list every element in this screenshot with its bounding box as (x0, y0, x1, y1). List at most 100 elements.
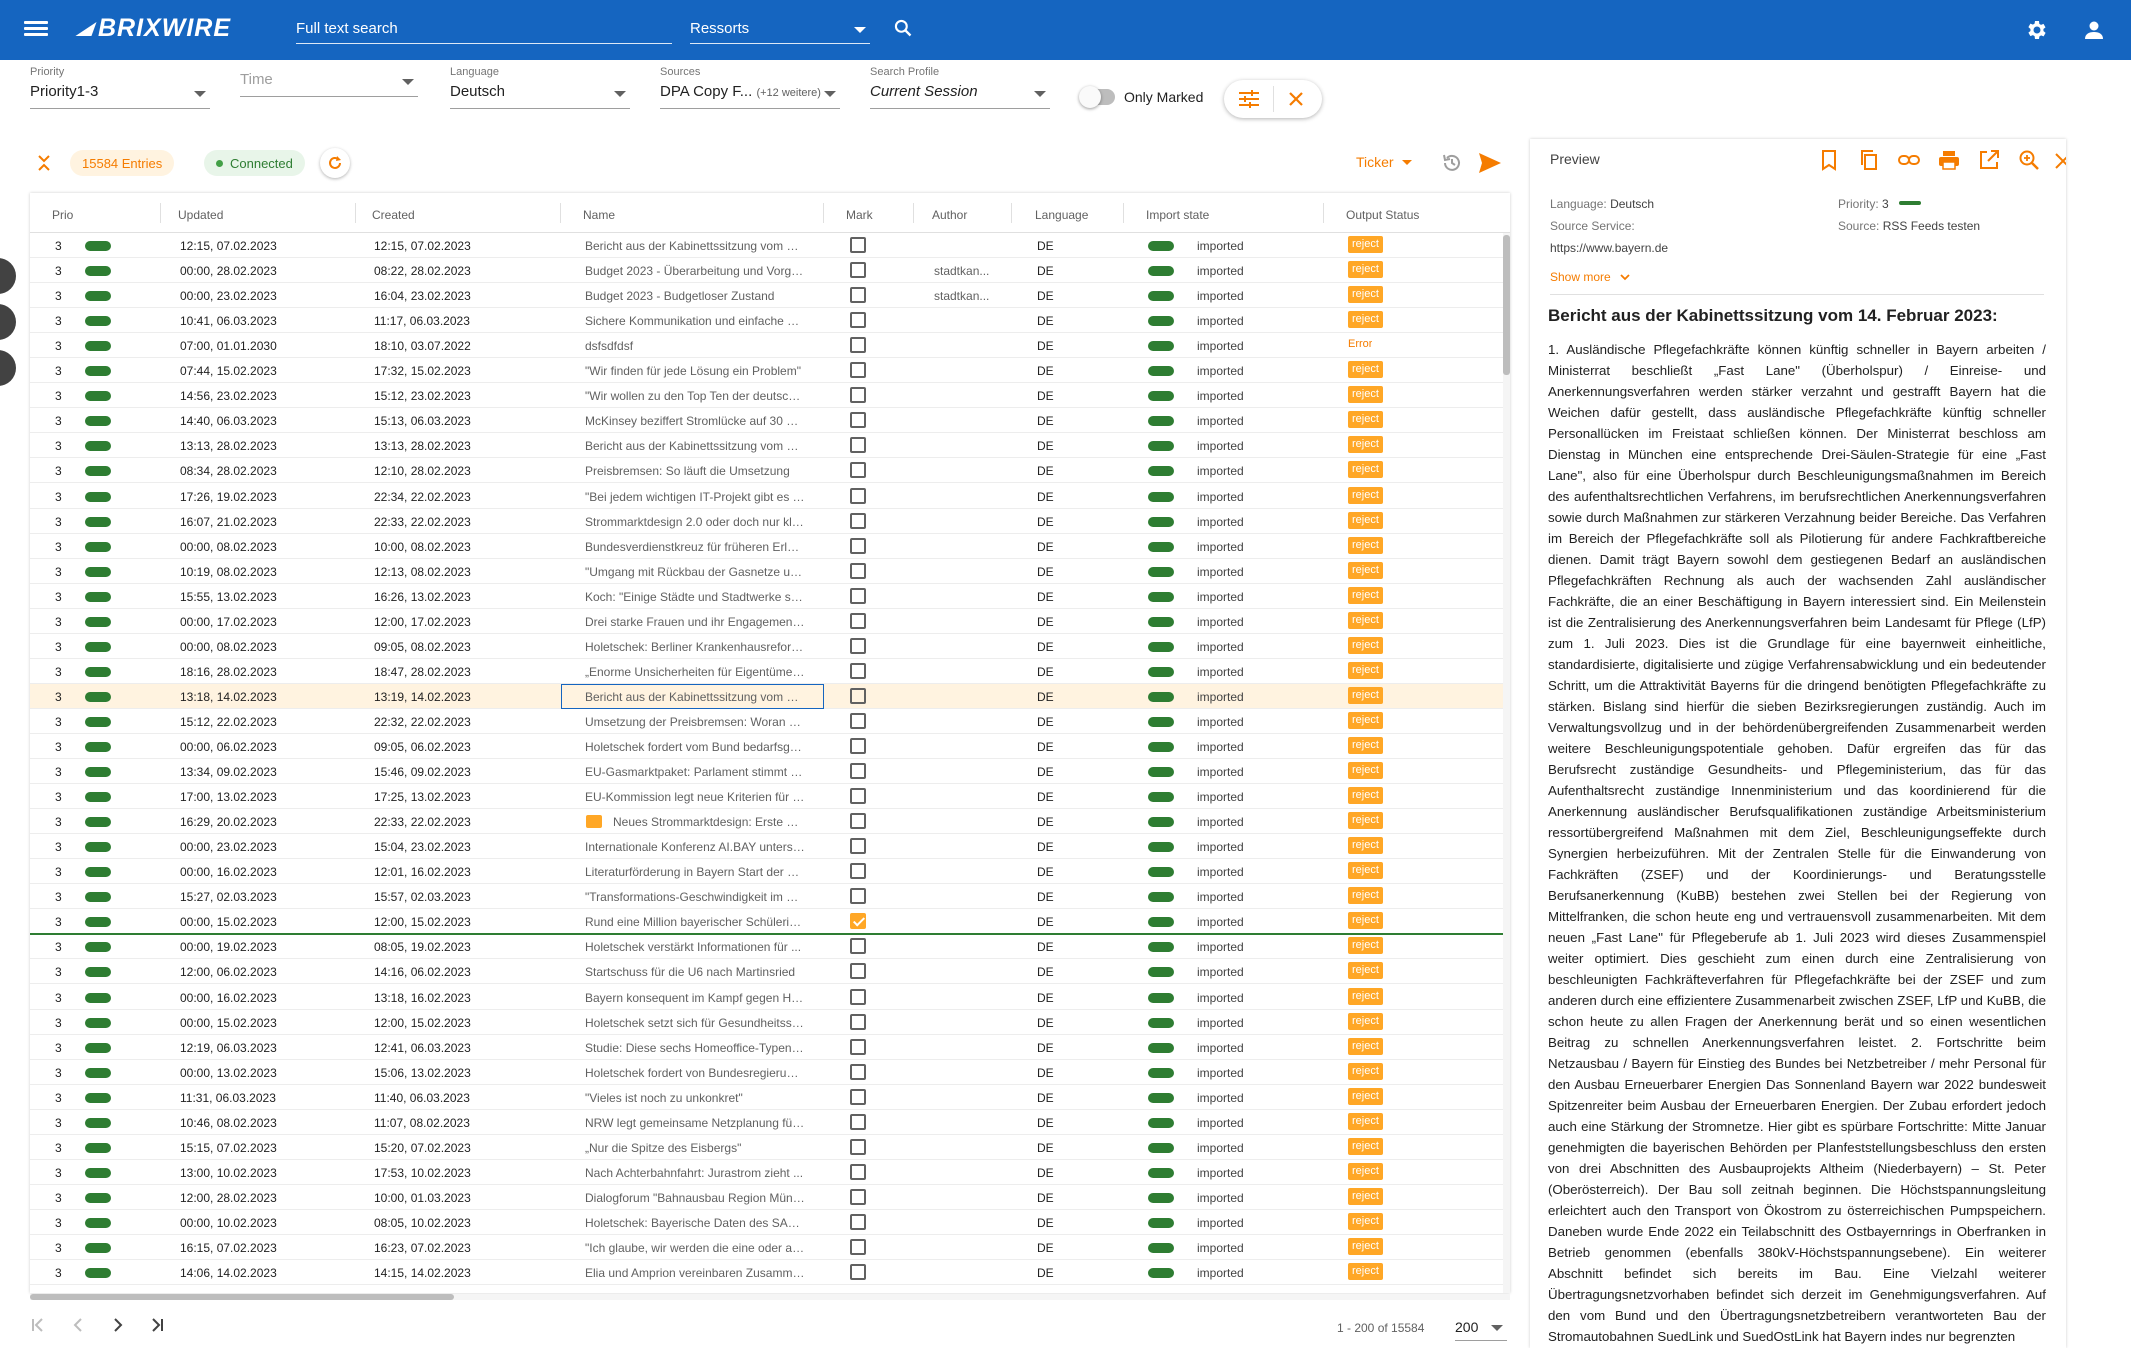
table-row[interactable]: 3 18:16, 28.02.2023 18:47, 28.02.2023 „Enor… (30, 659, 1504, 684)
table-row[interactable]: 3 13:34, 09.02.2023 15:46, 09.02.2023 EU-Ga… (30, 759, 1504, 785)
ressorts-select[interactable]: Ressorts (690, 14, 870, 44)
output-status-badge[interactable]: reject (1348, 561, 1383, 579)
search-input[interactable]: Full text search (296, 14, 672, 44)
name-cell[interactable]: Drei starke Frauen und ihr Engagement ..… (585, 615, 805, 629)
output-status-badge[interactable]: reject (1348, 411, 1383, 429)
edge-handle[interactable] (0, 258, 16, 294)
name-cell[interactable]: "Ich glaube, wir werden die eine oder an… (585, 1241, 805, 1255)
table-row[interactable]: 3 17:00, 13.02.2023 17:25, 13.02.2023 EU-Ko… (30, 784, 1504, 810)
output-status-badge[interactable]: reject (1348, 1137, 1383, 1155)
bookmark-icon[interactable] (1818, 149, 1840, 171)
name-cell[interactable]: Rund eine Million bayerischer Schülerinn… (585, 915, 805, 929)
account-icon[interactable] (2082, 18, 2106, 42)
first-page-icon[interactable] (30, 1317, 46, 1333)
show-more-button[interactable]: Show more (1550, 270, 1630, 284)
mark-checkbox[interactable] (850, 287, 866, 304)
output-status-badge[interactable]: reject (1348, 762, 1383, 780)
table-row[interactable]: 3 10:19, 08.02.2023 12:13, 08.02.2023 "Umga… (30, 559, 1504, 584)
table-row[interactable]: 3 16:15, 07.02.2023 16:23, 07.02.2023 "Ich … (30, 1235, 1504, 1260)
mark-checkbox[interactable] (850, 1113, 866, 1130)
table-row[interactable]: 3 14:56, 23.02.2023 15:12, 23.02.2023 "Wir … (30, 383, 1504, 409)
page-size-select[interactable]: 200 (1455, 1315, 1507, 1341)
mark-checkbox[interactable] (850, 763, 866, 780)
mark-checkbox[interactable] (850, 237, 866, 253)
output-status-badge[interactable]: Error (1348, 336, 1372, 353)
service-meta-value[interactable]: https://www.bayern.de (1550, 241, 1668, 255)
name-cell[interactable]: Bericht aus der Kabinettssitzung vom 28.… (585, 439, 805, 453)
mark-checkbox[interactable] (850, 1138, 866, 1155)
prev-page-icon[interactable] (70, 1317, 86, 1333)
output-status-badge[interactable]: reject (1348, 862, 1383, 880)
output-status-badge[interactable]: reject (1348, 962, 1383, 980)
mark-checkbox[interactable] (850, 262, 866, 279)
name-cell[interactable]: Literaturförderung in Bayern Start der n… (585, 865, 805, 879)
output-status-badge[interactable]: reject (1348, 1062, 1383, 1080)
output-status-badge[interactable]: reject (1348, 887, 1383, 905)
table-row[interactable]: 3 12:00, 28.02.2023 10:00, 01.03.2023 Dialo… (30, 1185, 1504, 1210)
table-row[interactable]: 3 00:00, 16.02.2023 12:01, 16.02.2023 Liter… (30, 859, 1504, 885)
next-page-icon[interactable] (110, 1317, 126, 1333)
table-row[interactable]: 3 00:00, 13.02.2023 15:06, 13.02.2023 Holet… (30, 1060, 1504, 1085)
output-status-badge[interactable]: reject (1348, 737, 1383, 754)
table-row[interactable]: 3 12:15, 07.02.2023 12:15, 07.02.2023 Beric… (30, 233, 1504, 258)
send-icon[interactable] (1478, 152, 1502, 174)
name-cell[interactable]: McKinsey beziffert Stromlücke auf 30 GW (585, 414, 805, 428)
ticker-dropdown[interactable]: Ticker (1356, 154, 1412, 170)
output-status-badge[interactable]: reject (1348, 1012, 1383, 1030)
print-icon[interactable] (1938, 149, 1960, 171)
table-row[interactable]: 3 00:00, 23.02.2023 15:04, 23.02.2023 Inter… (30, 834, 1504, 860)
name-cell[interactable]: Preisbremsen: So läuft die Umsetzung (585, 464, 805, 478)
mark-checkbox[interactable] (850, 562, 866, 579)
name-cell[interactable]: Studie: Diese sechs Homeoffice-Typen g..… (585, 1041, 805, 1055)
output-status-badge[interactable]: reject (1348, 361, 1383, 379)
name-cell[interactable]: Dialogforum "Bahnausbau Region Münc... (585, 1191, 805, 1205)
only-marked-toggle[interactable] (1079, 86, 1115, 108)
language-filter-value-box[interactable]: Deutsch (450, 83, 630, 109)
table-row[interactable]: 3 15:55, 13.02.2023 16:26, 13.02.2023 Koch:… (30, 584, 1504, 609)
mark-checkbox[interactable] (850, 512, 866, 529)
name-cell[interactable]: Budget 2023 - Überarbeitung und Vorge... (585, 264, 805, 278)
mark-checkbox[interactable] (850, 387, 866, 404)
name-cell[interactable]: "Wir wollen zu den Top Ten der deutsche.… (585, 389, 805, 403)
name-cell[interactable]: „Nur die Spitze des Eisbergs" (585, 1141, 805, 1155)
name-cell[interactable]: Holetschek fordert vom Bund bedarfsge... (585, 740, 805, 754)
scrollbar-thumb[interactable] (1503, 235, 1510, 375)
name-cell[interactable]: Holetschek fordert von Bundesregierung..… (585, 1066, 805, 1080)
refresh-button[interactable] (320, 148, 350, 178)
output-status-badge[interactable]: reject (1348, 261, 1383, 279)
table-row[interactable]: 3 00:00, 16.02.2023 13:18, 16.02.2023 Bayer… (30, 985, 1504, 1010)
table-row[interactable]: 3 00:00, 17.02.2023 12:00, 17.02.2023 Drei … (30, 609, 1504, 634)
mark-checkbox[interactable] (850, 863, 866, 880)
output-status-badge[interactable]: reject (1348, 461, 1383, 479)
output-status-badge[interactable]: reject (1348, 686, 1383, 704)
output-status-badge[interactable]: reject (1348, 661, 1383, 679)
output-status-badge[interactable]: reject (1348, 611, 1383, 629)
table-row[interactable]: 3 00:00, 15.02.2023 12:00, 15.02.2023 Holet… (30, 1010, 1504, 1035)
language-filter[interactable]: Language Deutsch (450, 66, 630, 109)
tune-icon[interactable] (1238, 89, 1260, 109)
search-icon[interactable] (893, 18, 913, 38)
name-cell[interactable]: Strommarktdesign 2.0 oder doch nur kle..… (585, 515, 805, 529)
zoom-in-icon[interactable] (2018, 149, 2040, 171)
table-row[interactable]: 3 13:18, 14.02.2023 13:19, 14.02.2023 Beric… (30, 683, 1504, 709)
output-status-badge[interactable]: reject (1348, 812, 1383, 830)
table-row[interactable]: 3 15:15, 07.02.2023 15:20, 07.02.2023 „Nur … (30, 1135, 1504, 1160)
mark-checkbox[interactable] (850, 1038, 866, 1055)
output-status-badge[interactable]: reject (1348, 311, 1383, 329)
output-status-badge[interactable]: reject (1348, 636, 1383, 654)
output-status-badge[interactable]: reject (1348, 1238, 1383, 1255)
output-status-badge[interactable]: reject (1348, 286, 1383, 304)
output-status-badge[interactable]: reject (1348, 1263, 1383, 1281)
table-row[interactable]: 3 07:44, 15.02.2023 17:32, 15.02.2023 "Wir … (30, 358, 1504, 384)
link-icon[interactable] (1898, 149, 1920, 171)
name-cell[interactable]: „Enorme Unsicherheiten für Eigentümer ..… (585, 665, 805, 679)
sources-filter[interactable]: Sources DPA Copy F... (+12 weitere) (660, 66, 840, 109)
mark-checkbox[interactable] (850, 938, 866, 955)
table-row[interactable]: 3 13:00, 10.02.2023 17:53, 10.02.2023 Nach … (30, 1160, 1504, 1185)
last-page-icon[interactable] (149, 1317, 165, 1333)
name-cell[interactable]: Nach Achterbahnfahrt: Jurastrom zieht ..… (585, 1166, 805, 1180)
search-profile-filter[interactable]: Search Profile Current Session (870, 66, 1050, 109)
name-cell[interactable]: Holetschek: Bayerische Daten des SARS... (585, 1216, 805, 1230)
output-status-badge[interactable]: reject (1348, 1037, 1383, 1055)
table-row[interactable]: 3 14:06, 14.02.2023 14:15, 14.02.2023 Elia … (30, 1260, 1504, 1286)
